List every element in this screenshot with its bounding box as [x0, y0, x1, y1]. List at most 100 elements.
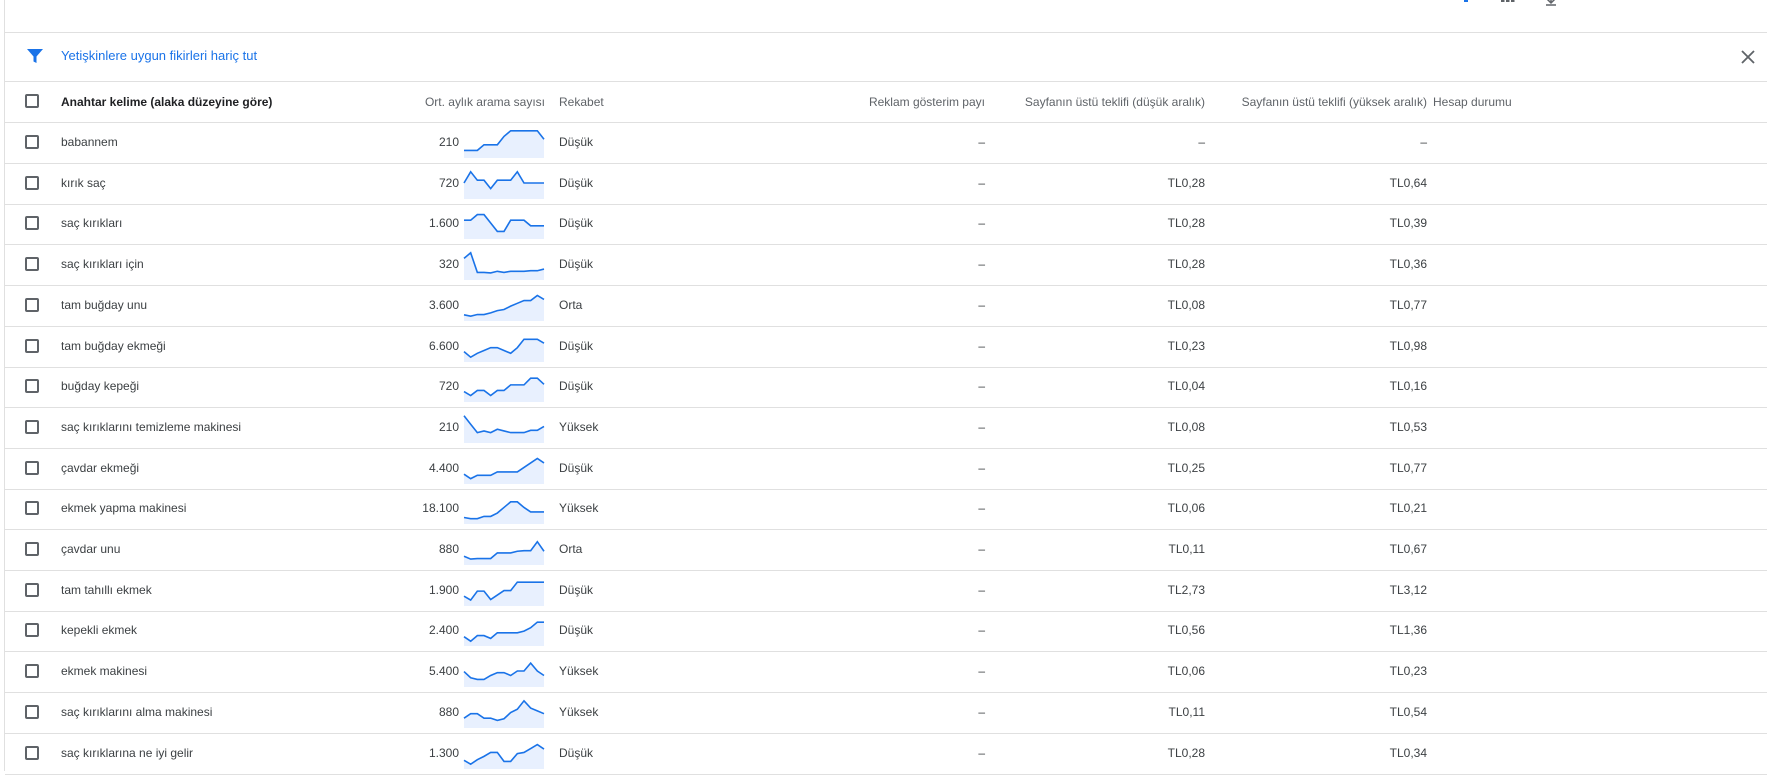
competition-cell: Yüksek [559, 664, 599, 679]
competition-cell: Düşük [559, 135, 594, 149]
impression-share-cell: – [978, 501, 985, 516]
trend-sparkline[interactable] [463, 574, 545, 606]
keyword-cell: çavdar ekmeği [61, 460, 140, 475]
sparkline-area [464, 171, 544, 199]
avg-searches-cell: 6.600 [428, 338, 459, 353]
impression-share-cell: – [978, 460, 985, 475]
trend-sparkline[interactable] [463, 330, 545, 362]
table-row[interactable]: tam buğday ekmeği 6.600 Düşük – TL0,23 TL0,98 [5, 326, 1767, 368]
table-row[interactable]: buğday kepeği 720 Düşük – TL0,04 TL0,16 [5, 366, 1767, 409]
impression-share-cell: – [978, 623, 985, 638]
trend-sparkline[interactable] [463, 696, 545, 728]
filter-adult-ideas[interactable]: Yetişkinlere uygun fikirleri hariç tut [61, 48, 257, 63]
keyword-cell: tam buğday unu [61, 297, 148, 312]
bid-high-cell: TL0,39 [1389, 216, 1427, 231]
trend-sparkline[interactable] [463, 452, 545, 484]
trend-sparkline[interactable] [463, 207, 545, 240]
header-impression-share[interactable]: Reklam gösterim payı [785, 95, 985, 109]
bid-low-cell: TL0,56 [1167, 623, 1205, 638]
sparkline-area [464, 130, 544, 158]
trend-sparkline[interactable] [463, 737, 545, 769]
row-checkbox[interactable] [25, 135, 39, 149]
table-row[interactable]: ekmek makinesi 5.400 Yüksek – TL0,06 TL0,23 [5, 651, 1767, 694]
row-checkbox[interactable] [25, 664, 39, 679]
filter-icon[interactable] [25, 46, 45, 66]
header-avg-searches[interactable]: Ort. aylık arama sayısı [335, 95, 545, 109]
table-row[interactable]: saç kırıkları için 320 Düşük – TL0,28 TL0,36 [5, 244, 1767, 287]
header-competition[interactable]: Rekabet [559, 95, 604, 109]
avg-searches-cell: 2.400 [428, 623, 459, 638]
keyword-ideas-panel: Yetişkinlere uygun fikirleri hariç tut A… [4, 0, 1767, 775]
avg-searches-cell: 1.300 [428, 745, 459, 760]
table-row[interactable]: çavdar ekmeği 4.400 Düşük – TL0,25 TL0,77 [5, 448, 1767, 490]
trend-sparkline[interactable] [463, 167, 545, 199]
avg-searches-cell: 880 [438, 704, 459, 719]
row-checkbox[interactable] [25, 297, 39, 312]
table-row[interactable]: tam buğday unu 3.600 Orta – TL0,08 TL0,77 [5, 285, 1767, 327]
avg-searches-cell: 210 [438, 135, 459, 149]
row-checkbox[interactable] [25, 460, 39, 475]
header-bid-low[interactable]: Sayfanın üstü teklifi (düşük aralık) [1005, 95, 1205, 109]
table-row[interactable]: ekmek yapma makinesi 18.100 Yüksek – TL0,06 T… [5, 488, 1767, 531]
row-checkbox[interactable] [25, 623, 39, 638]
keyword-cell: saç kırıkları [61, 216, 123, 231]
table-row[interactable]: tam tahıllı ekmek 1.900 Düşük – TL2,73 TL3,12 [5, 570, 1767, 612]
avg-searches-cell: 720 [438, 379, 459, 394]
header-keyword[interactable]: Anahtar kelime (alaka düzeyine göre) [61, 95, 272, 109]
bid-low-cell: TL0,25 [1167, 460, 1205, 475]
row-checkbox[interactable] [25, 379, 39, 394]
row-checkbox[interactable] [25, 704, 39, 719]
trend-sparkline[interactable] [463, 614, 545, 647]
table-row[interactable]: kepekli ekmek 2.400 Düşük – TL0,56 TL1,36 [5, 610, 1767, 653]
table-row[interactable]: saç kırıkları 1.600 Düşük – TL0,28 TL0,39 [5, 203, 1767, 246]
competition-cell: Düşük [559, 623, 594, 638]
row-checkbox[interactable] [25, 419, 39, 434]
trend-sparkline[interactable] [463, 126, 545, 158]
close-icon[interactable] [1738, 47, 1758, 67]
table-row[interactable]: saç kırıklarına ne iyi gelir 1.300 Düşük – T… [5, 733, 1767, 775]
select-all-checkbox[interactable] [25, 94, 39, 108]
trend-sparkline[interactable] [463, 411, 545, 443]
table-row[interactable]: babannem 210 Düşük – – – [5, 122, 1767, 164]
bid-low-cell: TL0,06 [1167, 501, 1205, 516]
keyword-cell: saç kırıkları için [61, 257, 144, 272]
table-row[interactable]: saç kırıklarını alma makinesi 880 Yüksek – T… [5, 692, 1767, 734]
filter-bar: Yetişkinlere uygun fikirleri hariç tut [5, 33, 1767, 82]
row-checkbox[interactable] [25, 582, 39, 597]
bid-low-cell: – [1198, 135, 1205, 149]
trend-sparkline[interactable] [463, 289, 545, 321]
impression-share-cell: – [978, 664, 985, 679]
trend-sparkline[interactable] [463, 492, 545, 525]
trend-sparkline[interactable] [463, 370, 545, 403]
bid-high-cell: – [1420, 135, 1427, 149]
trend-sparkline[interactable] [463, 248, 545, 281]
row-checkbox[interactable] [25, 501, 39, 516]
expand-icon[interactable] [1542, 0, 1560, 6]
impression-share-cell: – [978, 297, 985, 312]
keyword-cell: saç kırıklarını alma makinesi [61, 704, 213, 719]
row-checkbox[interactable] [25, 338, 39, 353]
keyword-cell: saç kırıklarına ne iyi gelir [61, 745, 194, 760]
sparkline-line [463, 251, 545, 274]
trend-sparkline[interactable] [463, 655, 545, 688]
row-checkbox[interactable] [25, 216, 39, 231]
columns-icon[interactable] [1499, 0, 1517, 6]
row-checkbox[interactable] [25, 542, 39, 556]
header-bid-high[interactable]: Sayfanın üstü teklifi (yüksek aralık) [1225, 95, 1427, 109]
table-row[interactable]: saç kırıklarını temizleme makinesi 210 Yük… [5, 407, 1767, 449]
competition-cell: Yüksek [559, 704, 599, 719]
sparkline-area [464, 663, 544, 688]
row-checkbox[interactable] [25, 257, 39, 272]
download-icon[interactable] [1458, 0, 1476, 6]
row-checkbox[interactable] [25, 745, 39, 760]
avg-searches-cell: 880 [438, 542, 459, 556]
bid-low-cell: TL0,11 [1168, 704, 1205, 719]
competition-cell: Orta [559, 297, 583, 312]
keyword-cell: buğday kepeği [61, 379, 140, 394]
table-row[interactable]: çavdar unu 880 Orta – TL0,11 TL0,67 [5, 529, 1767, 571]
avg-searches-cell: 1.600 [428, 216, 459, 231]
trend-sparkline[interactable] [463, 533, 545, 565]
table-row[interactable]: kırık saç 720 Düşük – TL0,28 TL0,64 [5, 163, 1767, 205]
header-account-status[interactable]: Hesap durumu [1433, 95, 1512, 109]
row-checkbox[interactable] [25, 175, 39, 190]
